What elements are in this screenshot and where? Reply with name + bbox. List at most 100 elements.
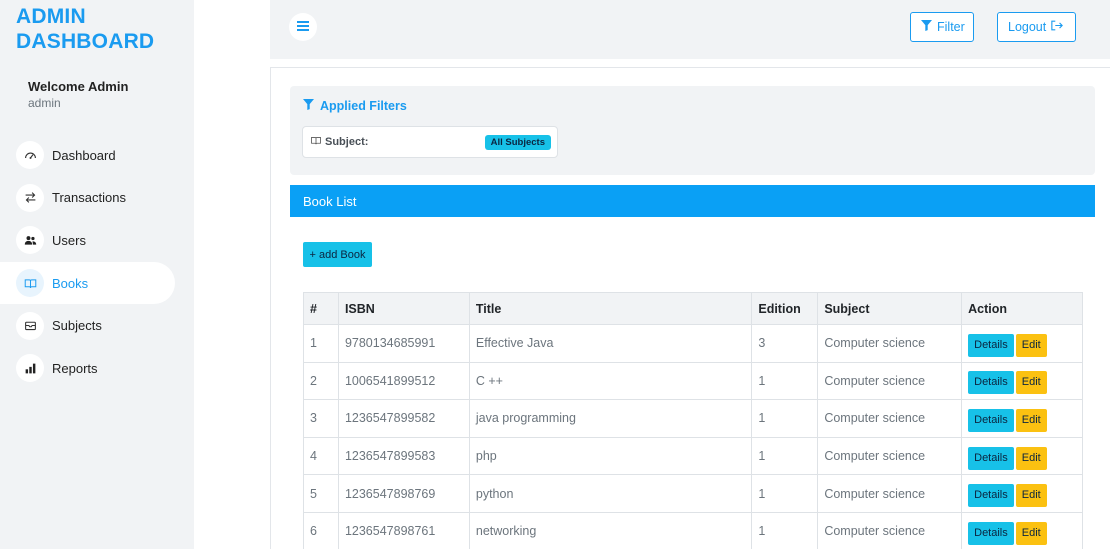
arrows-exchange-icon bbox=[16, 183, 44, 212]
sidebar-item-reports[interactable]: Reports bbox=[0, 347, 194, 390]
cell-title: java programming bbox=[468, 399, 753, 438]
table-row: 2 1006541899512 C ++ 1 Computer science … bbox=[303, 361, 1083, 401]
cell-actions: Details Edit bbox=[961, 511, 1083, 549]
sidebar: ADMIN DASHBOARD Welcome Admin admin Dash… bbox=[0, 0, 194, 549]
brand-logo[interactable]: ADMIN DASHBOARD bbox=[16, 4, 154, 54]
sidebar-item-subjects[interactable]: Subjects bbox=[0, 304, 194, 347]
username-text: admin bbox=[28, 96, 61, 110]
cell-subject: Computer science bbox=[817, 361, 963, 401]
gauge-icon bbox=[16, 141, 44, 170]
funnel-icon bbox=[921, 20, 932, 34]
book-icon bbox=[310, 135, 322, 149]
details-button[interactable]: Details bbox=[968, 333, 1014, 357]
cell-isbn: 9780134685991 bbox=[337, 324, 470, 363]
table-row: 1 9780134685991 Effective Java 3 Compute… bbox=[303, 324, 1083, 363]
sidebar-item-users[interactable]: Users bbox=[0, 219, 194, 262]
bar-chart-icon bbox=[16, 354, 44, 383]
edit-button[interactable]: Edit bbox=[1015, 408, 1047, 432]
details-button[interactable]: Details bbox=[968, 371, 1014, 395]
edit-button[interactable]: Edit bbox=[1015, 371, 1047, 395]
sidebar-item-label: Reports bbox=[52, 360, 98, 376]
column-header-number[interactable]: # bbox=[303, 292, 339, 325]
sidebar-item-books[interactable]: Books bbox=[0, 261, 175, 305]
funnel-icon bbox=[303, 99, 314, 113]
sign-out-icon bbox=[1051, 20, 1064, 34]
applied-filters-label: Applied Filters bbox=[320, 99, 407, 113]
books-table: # ISBN Title Edition Subject Action 1 97… bbox=[303, 292, 1083, 549]
welcome-text: Welcome Admin bbox=[28, 79, 129, 94]
cell-subject: Computer science bbox=[817, 399, 963, 438]
cell-title: Effective Java bbox=[468, 324, 753, 363]
sidebar-item-label: Subjects bbox=[52, 318, 102, 334]
subject-filter-label-group: Subject: bbox=[310, 135, 368, 149]
menu-toggle-button[interactable] bbox=[289, 13, 317, 41]
cell-actions: Details Edit bbox=[961, 361, 1083, 401]
brand-line-1: ADMIN bbox=[16, 5, 86, 28]
table-row: 3 1236547899582 java programming 1 Compu… bbox=[303, 399, 1083, 438]
cell-subject: Computer science bbox=[817, 324, 963, 363]
subject-filter-badge: All Subjects bbox=[484, 135, 551, 150]
column-header-edition[interactable]: Edition bbox=[751, 292, 819, 325]
cell-isbn: 1236547898761 bbox=[337, 511, 470, 549]
cell-number: 3 bbox=[303, 399, 339, 438]
details-button[interactable]: Details bbox=[968, 446, 1014, 470]
book-list-header: Book List bbox=[290, 185, 1095, 217]
column-header-title[interactable]: Title bbox=[468, 292, 753, 325]
sidebar-item-label: Dashboard bbox=[52, 147, 116, 163]
filter-button-label: Filter bbox=[937, 20, 965, 34]
sidebar-item-transactions[interactable]: Transactions bbox=[0, 177, 194, 220]
details-button[interactable]: Details bbox=[968, 521, 1014, 545]
top-bar: Filter Logout bbox=[270, 0, 1110, 59]
cell-title: C ++ bbox=[468, 361, 753, 401]
table-row: 4 1236547899583 php 1 Computer science D… bbox=[303, 436, 1083, 476]
hamburger-icon bbox=[297, 18, 309, 36]
table-header-row: # ISBN Title Edition Subject Action bbox=[303, 292, 1083, 325]
cell-number: 5 bbox=[303, 474, 339, 513]
edit-button[interactable]: Edit bbox=[1015, 446, 1047, 470]
cell-isbn: 1236547898769 bbox=[337, 474, 470, 513]
column-header-isbn[interactable]: ISBN bbox=[337, 292, 470, 325]
cell-actions: Details Edit bbox=[961, 474, 1083, 513]
cell-edition: 1 bbox=[751, 474, 819, 513]
subject-filter-label: Subject: bbox=[325, 136, 369, 148]
brand-line-2: DASHBOARD bbox=[16, 30, 155, 53]
cell-actions: Details Edit bbox=[961, 399, 1083, 438]
cell-edition: 3 bbox=[751, 324, 819, 363]
applied-filters-panel: Applied Filters Subject: All Subjects bbox=[290, 86, 1095, 175]
sidebar-item-label: Books bbox=[52, 275, 89, 291]
cell-number: 1 bbox=[303, 324, 339, 363]
sidebar-item-dashboard[interactable]: Dashboard bbox=[0, 134, 194, 177]
cell-title: python bbox=[468, 474, 753, 513]
add-book-button[interactable]: + add Book bbox=[303, 242, 372, 267]
users-icon bbox=[16, 226, 44, 255]
main-content: Applied Filters Subject: All Subjects Bo… bbox=[270, 67, 1110, 549]
sidebar-nav: Dashboard Transactions Users Books Subje… bbox=[0, 134, 194, 390]
sidebar-item-label: Users bbox=[52, 232, 86, 248]
cell-isbn: 1236547899583 bbox=[337, 436, 470, 476]
inbox-tray-icon bbox=[16, 311, 44, 340]
sidebar-item-label: Transactions bbox=[52, 190, 126, 206]
cell-actions: Details Edit bbox=[961, 324, 1083, 363]
cell-isbn: 1236547899582 bbox=[337, 399, 470, 438]
logout-button[interactable]: Logout bbox=[997, 12, 1076, 42]
book-icon bbox=[16, 269, 44, 298]
edit-button[interactable]: Edit bbox=[1015, 521, 1047, 545]
table-row: 6 1236547898761 networking 1 Computer sc… bbox=[303, 511, 1083, 549]
details-button[interactable]: Details bbox=[968, 484, 1014, 508]
column-header-subject[interactable]: Subject bbox=[817, 292, 963, 325]
filter-button[interactable]: Filter bbox=[910, 12, 974, 42]
subject-filter-chip[interactable]: Subject: All Subjects bbox=[302, 126, 558, 158]
column-header-action: Action bbox=[961, 292, 1083, 325]
cell-subject: Computer science bbox=[817, 436, 963, 476]
cell-number: 6 bbox=[303, 511, 339, 549]
cell-number: 4 bbox=[303, 436, 339, 476]
edit-button[interactable]: Edit bbox=[1015, 333, 1047, 357]
cell-edition: 1 bbox=[751, 399, 819, 438]
cell-edition: 1 bbox=[751, 361, 819, 401]
logout-button-label: Logout bbox=[1008, 20, 1047, 34]
cell-title: php bbox=[468, 436, 753, 476]
cell-isbn: 1006541899512 bbox=[337, 361, 470, 401]
cell-actions: Details Edit bbox=[961, 436, 1083, 476]
edit-button[interactable]: Edit bbox=[1015, 484, 1047, 508]
details-button[interactable]: Details bbox=[968, 408, 1014, 432]
